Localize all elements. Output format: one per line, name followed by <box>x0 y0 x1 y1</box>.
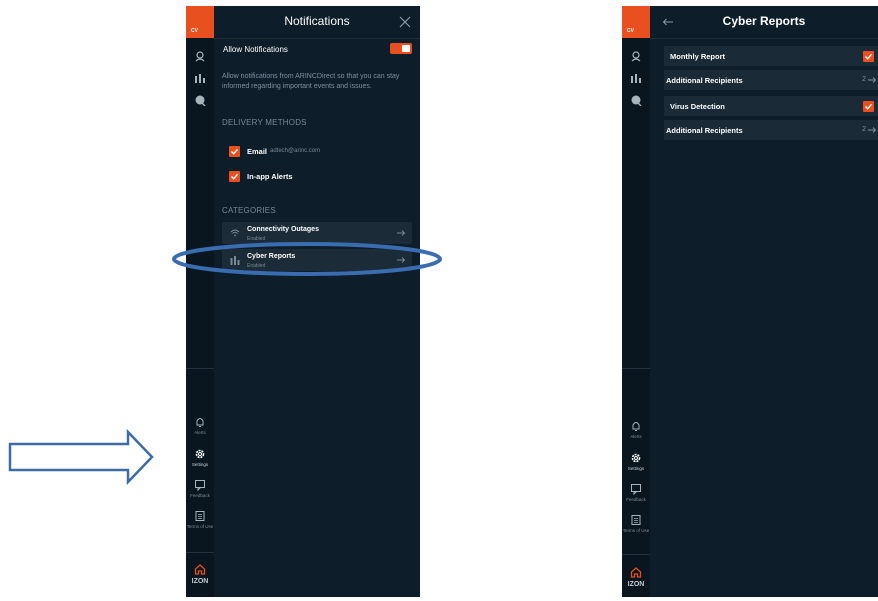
categories-heading: CATEGORIES <box>222 206 276 215</box>
cyber-reports-content: Cyber Reports Monthly Report Additional … <box>650 6 878 597</box>
category-name: Cyber Reports <box>247 253 296 260</box>
additional-recipients-row-monthly[interactable]: Additional Recipients 2 <box>664 70 878 90</box>
check-icon <box>865 103 873 110</box>
bell-icon[interactable] <box>630 420 642 432</box>
chat-icon[interactable] <box>194 479 206 491</box>
email-checkbox[interactable] <box>229 146 240 157</box>
additional-recipients-row-virus[interactable]: Additional Recipients 2 <box>664 120 878 140</box>
cyber-reports-header: Cyber Reports <box>650 6 878 39</box>
wifi-icon <box>230 229 240 237</box>
rail-divider-bottom <box>622 554 650 555</box>
pilot-icon[interactable] <box>630 50 642 62</box>
notifications-description: Allow notifications from ARINCDirect so … <box>222 73 400 90</box>
page-title: Notifications <box>284 14 350 28</box>
category-status: Enabled <box>247 236 266 242</box>
category-name: Connectivity Outages <box>247 226 319 233</box>
rail-divider-bottom <box>186 552 214 553</box>
home-icon[interactable] <box>194 563 206 575</box>
home-icon[interactable] <box>630 566 642 578</box>
toggle-knob <box>402 45 410 52</box>
globe-icon[interactable] <box>194 94 206 106</box>
bell-icon[interactable] <box>194 416 206 428</box>
chart-icon[interactable] <box>630 72 642 84</box>
sidebar-label-settings: Settings <box>627 466 645 471</box>
gear-icon[interactable] <box>630 452 642 464</box>
check-icon <box>865 53 873 60</box>
row-name: Additional Recipients <box>666 126 743 135</box>
in-app-alerts-checkbox[interactable] <box>229 171 240 182</box>
pointer-arrow <box>8 428 154 486</box>
sidebar-label-terms: Terms of Use <box>622 528 650 533</box>
notifications-content: Notifications Allow Notifications Allow … <box>214 6 420 597</box>
recipient-count: 2 <box>862 76 866 83</box>
category-connectivity-outages[interactable]: Connectivity Outages Enabled <box>222 222 412 244</box>
notifications-panel: CV Alerts Settings Feedback Terms of Use… <box>186 6 420 597</box>
app-logo[interactable]: CV <box>186 6 214 38</box>
logo-text: CV <box>191 28 198 34</box>
sidebar-label-alerts: Alerts <box>194 430 206 435</box>
delivery-methods-heading: DELIVERY METHODS <box>222 118 307 127</box>
arrow-right-icon <box>397 257 406 263</box>
check-icon <box>231 148 239 155</box>
cyber-reports-panel: CV Alerts Settings Feedback Terms of Use… <box>622 6 878 597</box>
row-name: Additional Recipients <box>666 76 743 85</box>
arrow-right-icon <box>397 230 406 236</box>
brand-name: IZON <box>627 581 645 588</box>
arrow-right-icon <box>868 77 877 83</box>
category-cyber-reports[interactable]: Cyber Reports Enabled <box>222 249 412 271</box>
sidebar-label-alerts: Alerts <box>630 434 642 439</box>
chart-icon[interactable] <box>194 72 206 84</box>
notifications-header: Notifications <box>214 6 420 39</box>
check-icon <box>231 173 239 180</box>
monthly-report-checkbox[interactable] <box>863 51 874 62</box>
sidebar-rail: CV Alerts Settings Feedback Terms of Use… <box>622 6 650 597</box>
page-title: Cyber Reports <box>722 14 806 28</box>
in-app-alerts-label: In-app Alerts <box>247 172 293 181</box>
app-logo[interactable]: CV <box>622 6 650 38</box>
rail-divider <box>186 368 214 369</box>
category-status: Enabled <box>247 263 266 269</box>
email-label: Email <box>247 147 268 156</box>
chat-icon[interactable] <box>630 483 642 495</box>
chart-icon <box>230 256 240 265</box>
monthly-report-row[interactable]: Monthly Report <box>664 46 878 66</box>
sidebar-label-feedback: Feedback <box>626 497 646 502</box>
email-address: adtech@arinc.com <box>270 148 321 154</box>
sidebar-label-terms: Terms of Use <box>186 524 214 529</box>
recipient-count: 2 <box>862 126 866 133</box>
rail-divider <box>622 368 650 369</box>
document-icon[interactable] <box>194 510 206 522</box>
arrow-right-icon <box>868 127 877 133</box>
pilot-icon[interactable] <box>194 50 206 62</box>
sidebar-label-feedback: Feedback <box>190 493 210 498</box>
row-name: Monthly Report <box>670 52 725 61</box>
sidebar-label-settings: Settings <box>191 462 209 467</box>
logo-text: CV <box>627 28 634 34</box>
sidebar-rail: CV Alerts Settings Feedback Terms of Use… <box>186 6 214 597</box>
gear-icon[interactable] <box>194 448 206 460</box>
virus-detection-row[interactable]: Virus Detection <box>664 96 878 116</box>
globe-icon[interactable] <box>630 94 642 106</box>
row-name: Virus Detection <box>670 102 725 111</box>
allow-notifications-toggle[interactable] <box>390 43 412 54</box>
brand-name: IZON <box>191 578 209 585</box>
document-icon[interactable] <box>630 514 642 526</box>
close-icon[interactable] <box>398 15 412 29</box>
virus-detection-checkbox[interactable] <box>863 101 874 112</box>
allow-notifications-label: Allow Notifications <box>223 45 288 54</box>
